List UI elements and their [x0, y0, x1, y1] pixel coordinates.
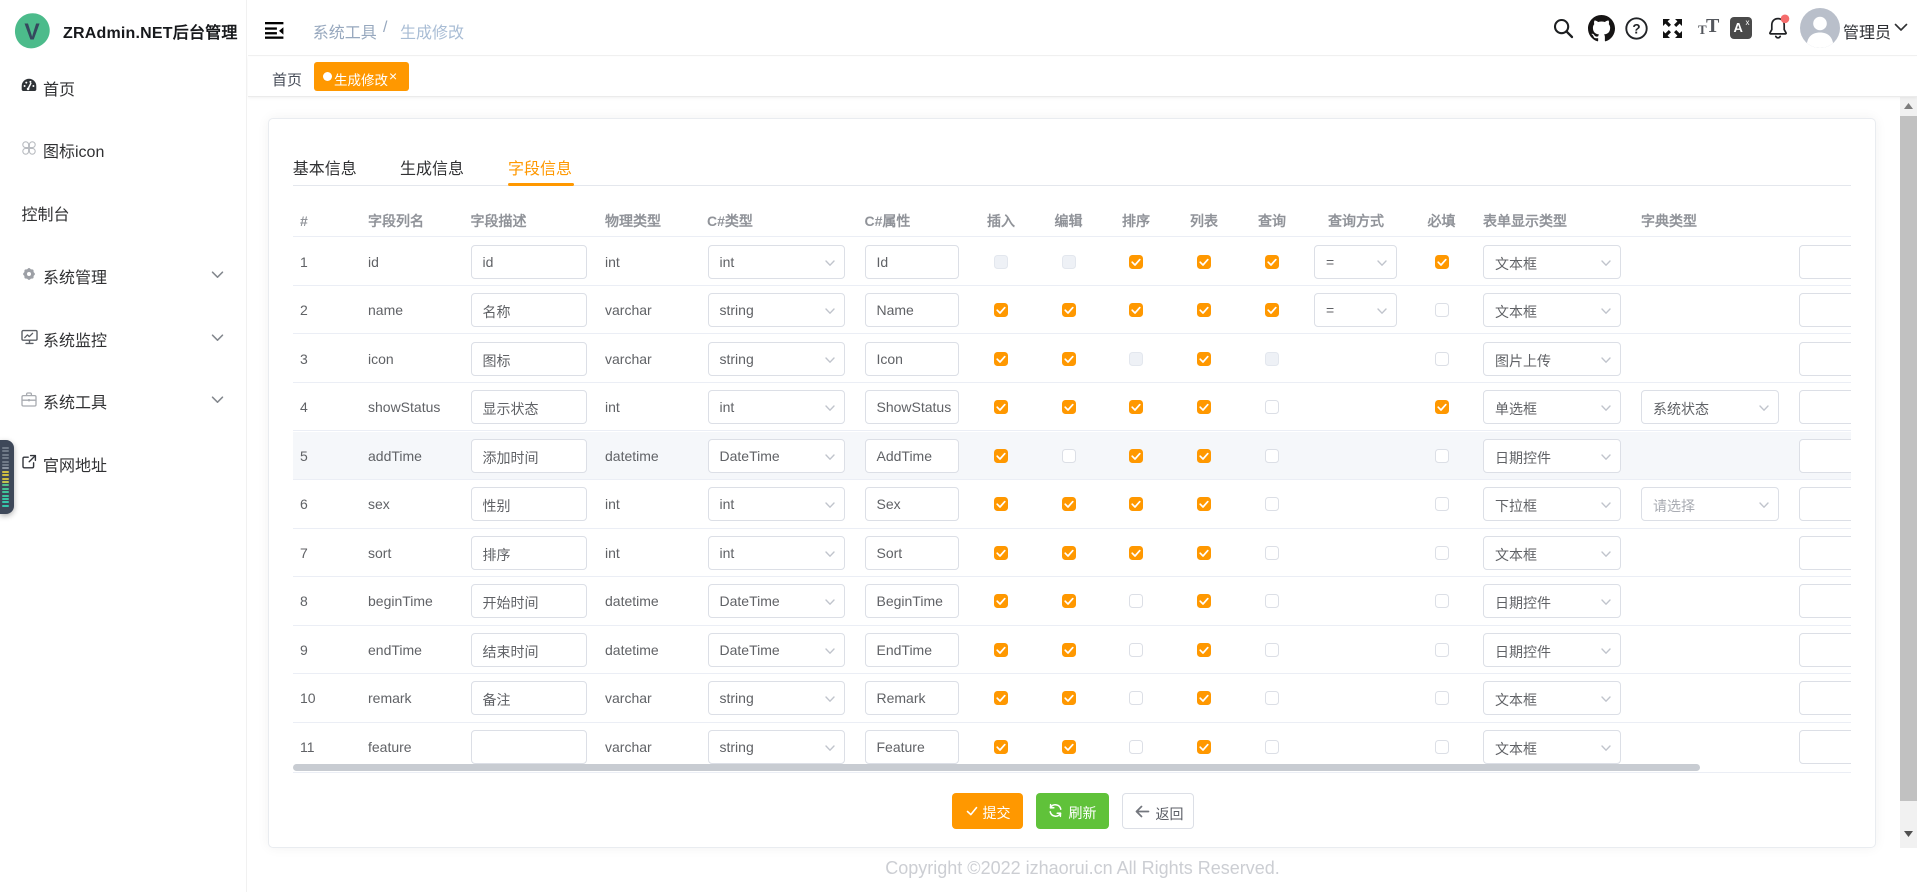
- svg-text:?: ?: [1632, 21, 1640, 36]
